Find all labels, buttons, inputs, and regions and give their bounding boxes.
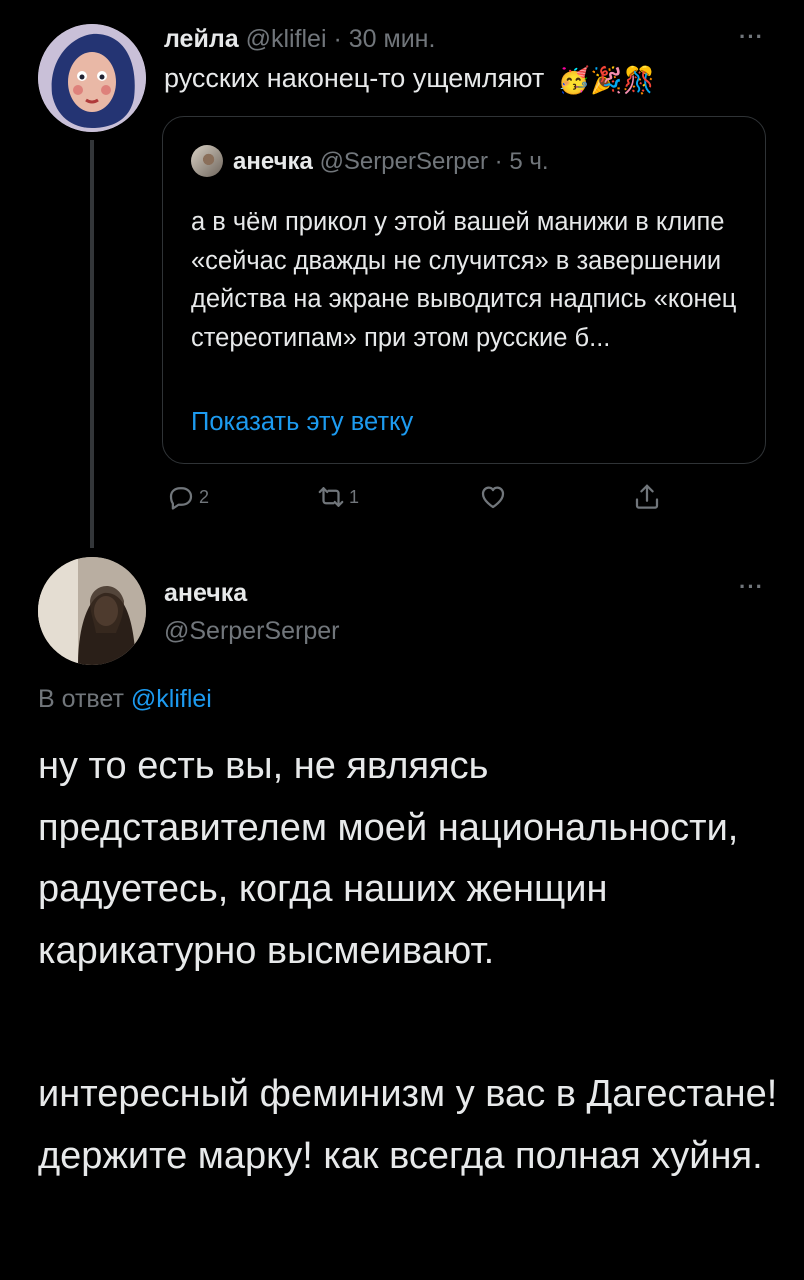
heart-icon xyxy=(481,486,505,509)
quote-avatar xyxy=(191,145,223,177)
retweet-button[interactable]: 1 xyxy=(316,482,359,512)
quote-separator: · xyxy=(494,148,503,175)
tweet2-paragraph-1: ну то есть вы, не являясь представителем… xyxy=(38,745,739,972)
tweet2-paragraph-2: интересный феминизм у вас в Дагестане! д… xyxy=(38,1073,778,1177)
reply-icon xyxy=(169,487,193,510)
retweet-icon xyxy=(318,487,344,507)
like-button[interactable] xyxy=(478,482,508,512)
quote-header: анечка @SerperSerper · 5 ч. xyxy=(233,148,549,176)
avatar[interactable] xyxy=(38,24,146,132)
avatar[interactable] xyxy=(38,557,146,665)
more-icon[interactable]: ··· xyxy=(739,574,764,600)
tweet1-text-content: русских наконец-то ущемляют xyxy=(164,63,545,93)
replying-to: В ответ @kliflei xyxy=(38,684,212,714)
tweet1-handle[interactable]: @kliflei xyxy=(246,25,327,53)
retweet-count: 1 xyxy=(349,486,360,507)
quote-display-name: анечка xyxy=(233,148,313,175)
reply-count: 2 xyxy=(199,486,210,507)
tweet1-display-name[interactable]: лейла xyxy=(164,25,239,53)
tweet2-display-name[interactable]: анечка xyxy=(164,578,247,608)
avatar-image xyxy=(38,24,146,132)
replying-prefix: В ответ xyxy=(38,685,124,713)
quoted-tweet-card[interactable]: анечка @SerperSerper · 5 ч. а в чём прик… xyxy=(162,116,766,464)
tweet1-header: лейла @kliflei · 30 мин. xyxy=(164,24,435,54)
tweet1-action-bar: 2 1 xyxy=(0,478,804,518)
avatar-image xyxy=(38,557,146,665)
quote-handle: @SerperSerper xyxy=(319,148,488,175)
show-thread-link[interactable]: Показать эту ветку xyxy=(191,405,413,439)
reply-button[interactable]: 2 xyxy=(166,482,209,512)
quote-text: а в чём прикол у этой вашей манижи в кли… xyxy=(191,208,737,352)
quote-time: 5 ч. xyxy=(509,148,549,175)
share-icon xyxy=(635,484,659,509)
more-icon[interactable]: ··· xyxy=(739,24,764,50)
share-button[interactable] xyxy=(632,482,662,512)
tweet1-time[interactable]: 30 мин. xyxy=(349,25,436,53)
replying-to-link[interactable]: @kliflei xyxy=(131,685,212,713)
tweet2-handle[interactable]: @SerperSerper xyxy=(164,616,339,646)
tweet1-separator: · xyxy=(333,25,342,53)
party-emoji-icon: 🥳🎉🎊 xyxy=(557,64,655,95)
tweet1-text: русских наконец-то ущемляют 🥳🎉🎊 xyxy=(164,60,655,98)
